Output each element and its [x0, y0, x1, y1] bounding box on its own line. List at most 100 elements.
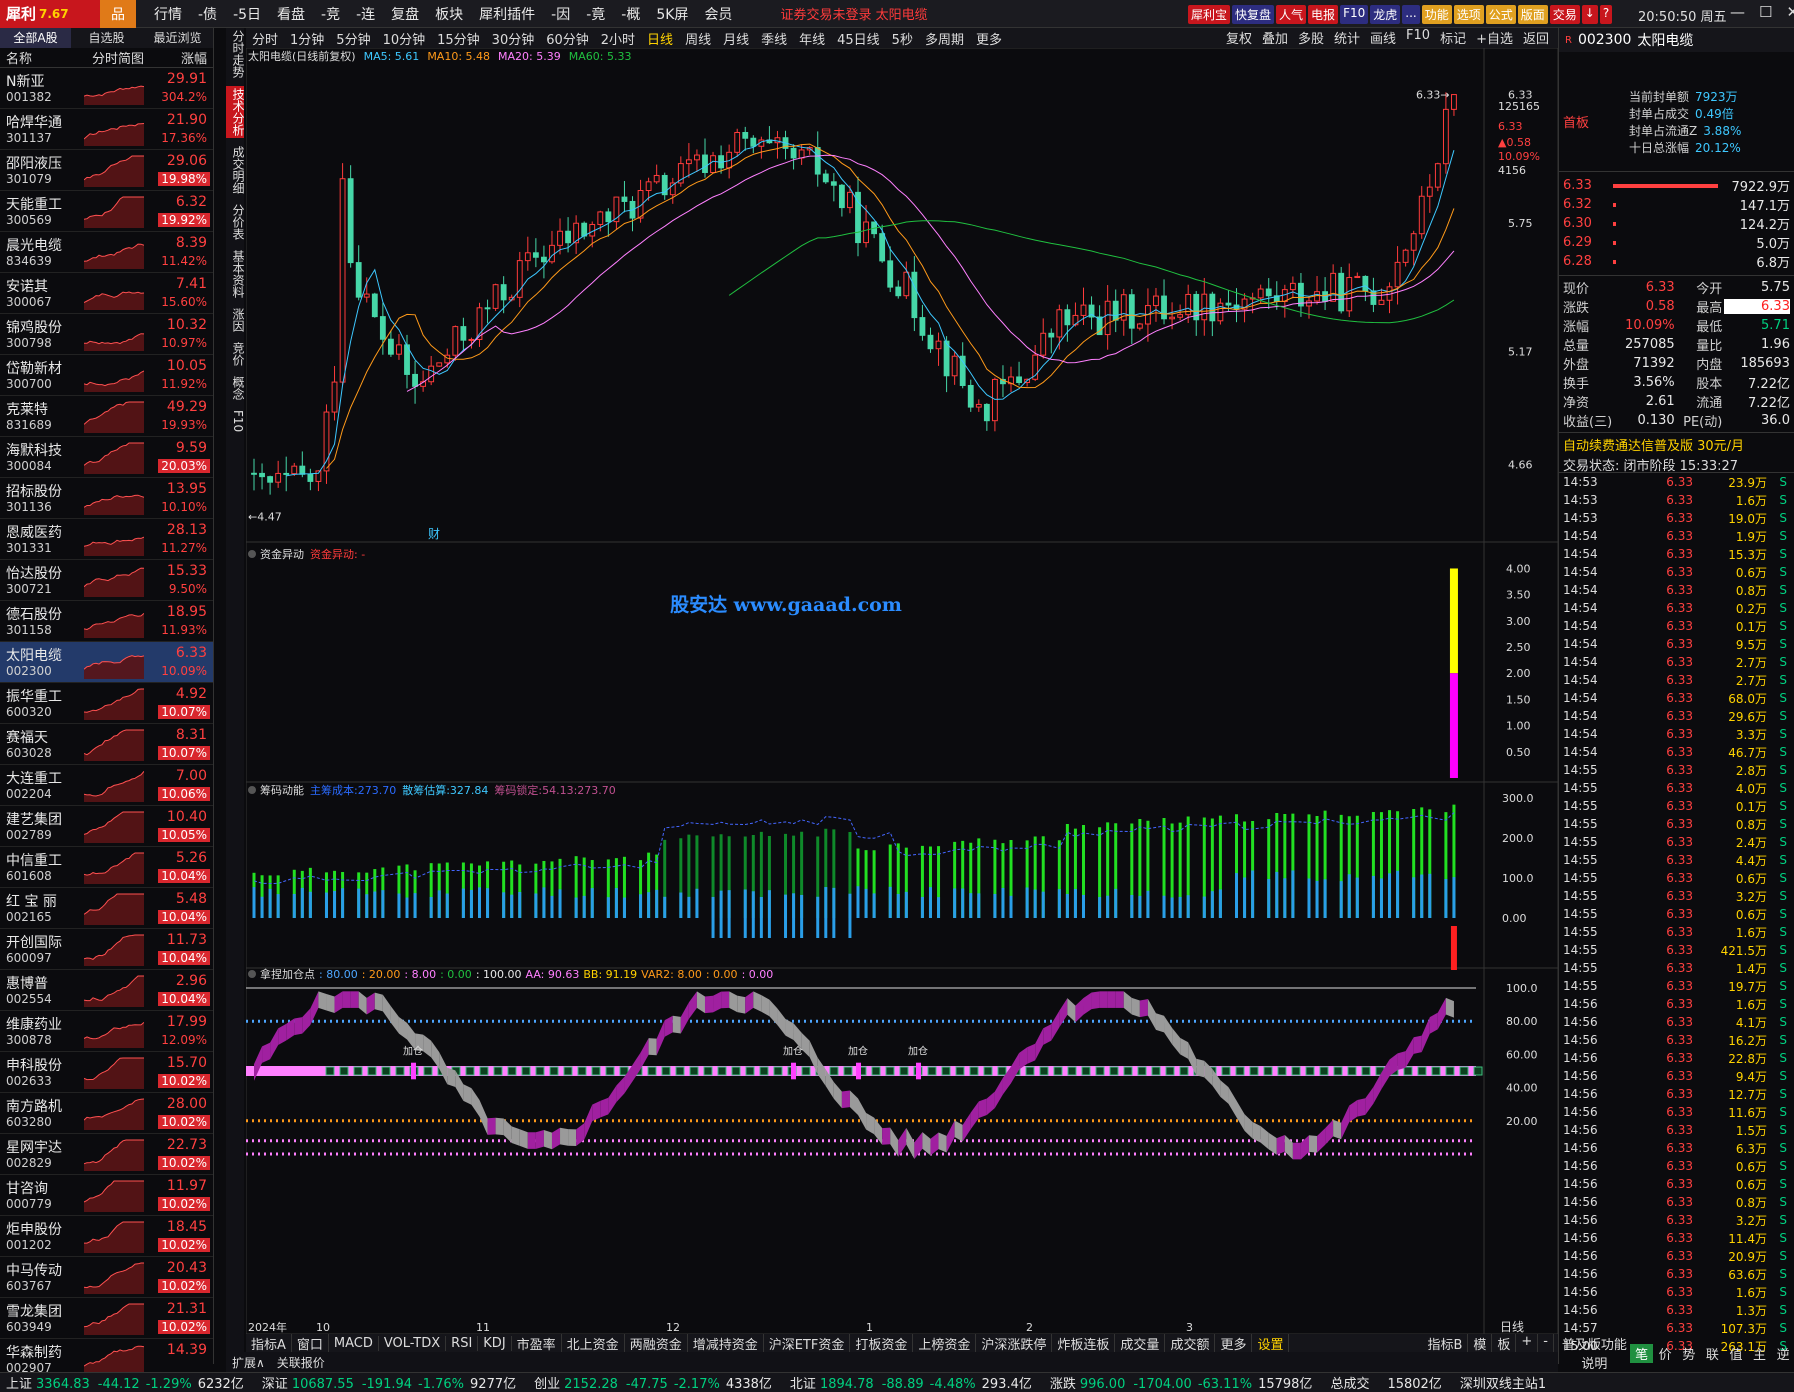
- menu-item[interactable]: 会员: [696, 4, 740, 24]
- chart-tool[interactable]: 复权: [1221, 28, 1257, 47]
- menu-item[interactable]: -因: [543, 4, 578, 24]
- stock-row[interactable]: 锦鸡股份 300798 10.32 10.97%: [0, 314, 213, 355]
- indicator-tab[interactable]: 打板资金: [850, 1333, 914, 1353]
- indicator-tab[interactable]: 指标A: [246, 1333, 292, 1353]
- stock-row[interactable]: 申科股份 002633 15.70 10.02%: [0, 1052, 213, 1093]
- indicator-tab[interactable]: 成交额: [1165, 1333, 1216, 1353]
- menu-item[interactable]: -连: [348, 4, 383, 24]
- stock-row[interactable]: 赛福天 603028 8.31 10.07%: [0, 724, 213, 765]
- toolbar-button[interactable]: 版面: [1517, 5, 1548, 24]
- toolbar-button[interactable]: 交易: [1549, 5, 1580, 24]
- stock-row[interactable]: 雪龙集团 603949 21.31 10.02%: [0, 1298, 213, 1339]
- ad-banner[interactable]: 自动续费通达信普及版 30元/月: [1559, 433, 1794, 454]
- menu-item[interactable]: -概: [613, 4, 648, 24]
- toolbar-button[interactable]: 功能: [1421, 5, 1452, 24]
- indicator-tab[interactable]: 北上资金: [562, 1333, 625, 1353]
- period-tab[interactable]: 日线: [641, 29, 679, 48]
- minimize-icon[interactable]: —: [1730, 3, 1745, 21]
- vtab[interactable]: 基本资料: [226, 248, 245, 300]
- indicator-tab[interactable]: 成交量: [1115, 1333, 1166, 1353]
- toolbar-button[interactable]: 人气: [1276, 5, 1307, 24]
- chart-tool[interactable]: 统计: [1329, 28, 1365, 47]
- stock-row[interactable]: 克莱特 831689 49.29 19.93%: [0, 396, 213, 437]
- menu-item[interactable]: -竟: [578, 4, 613, 24]
- vtab[interactable]: 分时走势: [226, 28, 245, 80]
- indicator-tab[interactable]: KDJ: [478, 1335, 512, 1351]
- toolbar-button[interactable]: ?: [1599, 5, 1613, 24]
- toolbar-button[interactable]: 犀利宝: [1188, 5, 1231, 24]
- indicator-tool[interactable]: -: [1538, 1333, 1554, 1353]
- stock-row[interactable]: 招标股份 301136 13.95 10.10%: [0, 478, 213, 519]
- indicator-tab[interactable]: 两融资金: [625, 1333, 688, 1353]
- chart-tool[interactable]: F10: [1401, 28, 1435, 47]
- maximize-icon[interactable]: ☐: [1759, 3, 1772, 21]
- indicator-tool[interactable]: 指标B: [1422, 1333, 1469, 1353]
- stock-row[interactable]: 甘咨询 000779 11.97 10.02%: [0, 1175, 213, 1216]
- indicator-tab[interactable]: 沪深涨跌停: [976, 1333, 1053, 1353]
- stock-row[interactable]: 恩威医药 301331 28.13 11.27%: [0, 519, 213, 560]
- stock-list-tab[interactable]: 全部A股: [0, 28, 71, 48]
- period-tab[interactable]: 1分钟: [284, 29, 330, 48]
- menu-item[interactable]: 看盘: [269, 4, 313, 24]
- chart-tool[interactable]: 标记: [1435, 28, 1471, 47]
- stock-row[interactable]: 维康药业 300878 17.99 12.09%: [0, 1011, 213, 1052]
- period-tab[interactable]: 15分钟: [431, 29, 486, 48]
- quote-panel-tab[interactable]: 主: [1748, 1344, 1772, 1363]
- period-tab[interactable]: 2小时: [595, 29, 641, 48]
- menu-item[interactable]: 犀利插件: [471, 4, 543, 24]
- indicator-tab[interactable]: 炸板连板: [1052, 1333, 1116, 1353]
- index-quote[interactable]: 北证 1894.78 -88.89 -4.48% 293.4亿: [790, 1373, 1032, 1392]
- period-tab[interactable]: 周线: [679, 29, 717, 48]
- stock-row[interactable]: 炬申股份 001202 18.45 10.02%: [0, 1216, 213, 1257]
- stock-row[interactable]: 南方路机 603280 28.00 10.02%: [0, 1093, 213, 1134]
- stock-row[interactable]: 建艺集团 002789 10.40 10.05%: [0, 806, 213, 847]
- menu-item[interactable]: 板块: [427, 4, 471, 24]
- expand-item[interactable]: 关联报价: [271, 1354, 331, 1371]
- help-link[interactable]: 普及版功能说明: [1559, 1334, 1630, 1372]
- quote-panel-tab[interactable]: 价: [1653, 1344, 1677, 1363]
- menu-item[interactable]: 行情: [146, 4, 190, 24]
- indicator-tool[interactable]: 模: [1468, 1333, 1493, 1353]
- stock-row[interactable]: 岱勒新材 300700 10.05 11.92%: [0, 355, 213, 396]
- indicator-tab[interactable]: 增减持资金: [688, 1333, 764, 1353]
- vtab[interactable]: 技术分析: [226, 86, 245, 138]
- stock-row[interactable]: 红 宝 丽 002165 5.48 10.04%: [0, 888, 213, 929]
- col-chg[interactable]: 涨幅: [164, 48, 213, 67]
- vtab[interactable]: 竞价: [226, 340, 245, 368]
- index-quote[interactable]: 深证 10687.55 -191.94 -1.76% 9277亿: [262, 1373, 516, 1392]
- stock-list-tab[interactable]: 最近浏览: [142, 28, 213, 48]
- index-quote[interactable]: 创业 2152.28 -47.75 -2.17% 4338亿: [534, 1373, 772, 1392]
- chart-tool[interactable]: 多股: [1293, 28, 1329, 47]
- chart-tool[interactable]: 画线: [1365, 28, 1401, 47]
- col-chart[interactable]: 分时简图: [72, 48, 164, 67]
- app-logo[interactable]: 犀利 7.67: [0, 0, 100, 28]
- vtab[interactable]: 成交明细: [226, 144, 245, 196]
- indicator-tab[interactable]: 市盈率: [512, 1333, 562, 1353]
- index-quote[interactable]: 上证 3364.83 -44.12 -1.29% 6232亿: [6, 1373, 244, 1392]
- stock-row[interactable]: 中马传动 603767 20.43 10.02%: [0, 1257, 213, 1298]
- toolbar-button[interactable]: 选项: [1453, 5, 1484, 24]
- stock-row[interactable]: 晨光电缆 834639 8.39 11.42%: [0, 232, 213, 273]
- toolbar-button[interactable]: ...: [1402, 5, 1420, 24]
- indicator-tool[interactable]: +: [1516, 1333, 1539, 1353]
- stock-row[interactable]: 哈焊华通 301137 21.90 17.36%: [0, 109, 213, 150]
- period-tab[interactable]: 年线: [793, 29, 831, 48]
- stock-row[interactable]: 惠博普 002554 2.96 10.04%: [0, 970, 213, 1011]
- period-tab[interactable]: 60分钟: [540, 29, 595, 48]
- stock-row[interactable]: 中信重工 601608 5.26 10.04%: [0, 847, 213, 888]
- stock-row[interactable]: 邵阳液压 301079 29.06 19.98%: [0, 150, 213, 191]
- chart-svg[interactable]: ←4.476.33→财太阳电缆(日线前复权) MA5: 5.61 MA10: 5.4…: [245, 47, 1559, 1335]
- stock-row[interactable]: 星网宇达 002829 22.73 10.02%: [0, 1134, 213, 1175]
- chart-tool[interactable]: +自选: [1471, 28, 1518, 47]
- stock-row[interactable]: 开创国际 600097 11.73 10.04%: [0, 929, 213, 970]
- menu-item[interactable]: -竞: [313, 4, 348, 24]
- quote-panel-tab[interactable]: 逆: [1771, 1344, 1794, 1363]
- toolbar-button[interactable]: F10: [1340, 5, 1369, 24]
- indicator-tab[interactable]: 设置: [1252, 1333, 1290, 1353]
- menu-item[interactable]: 复盘: [383, 4, 427, 24]
- quote-panel-tab[interactable]: 势: [1677, 1344, 1701, 1363]
- menu-item[interactable]: -5日: [225, 4, 269, 24]
- menu-item[interactable]: 5K屏: [648, 4, 696, 24]
- index-quote[interactable]: 涨跌 996.00 -1704.00 -63.11% 15798亿: [1050, 1373, 1313, 1392]
- period-tab[interactable]: 月线: [717, 29, 755, 48]
